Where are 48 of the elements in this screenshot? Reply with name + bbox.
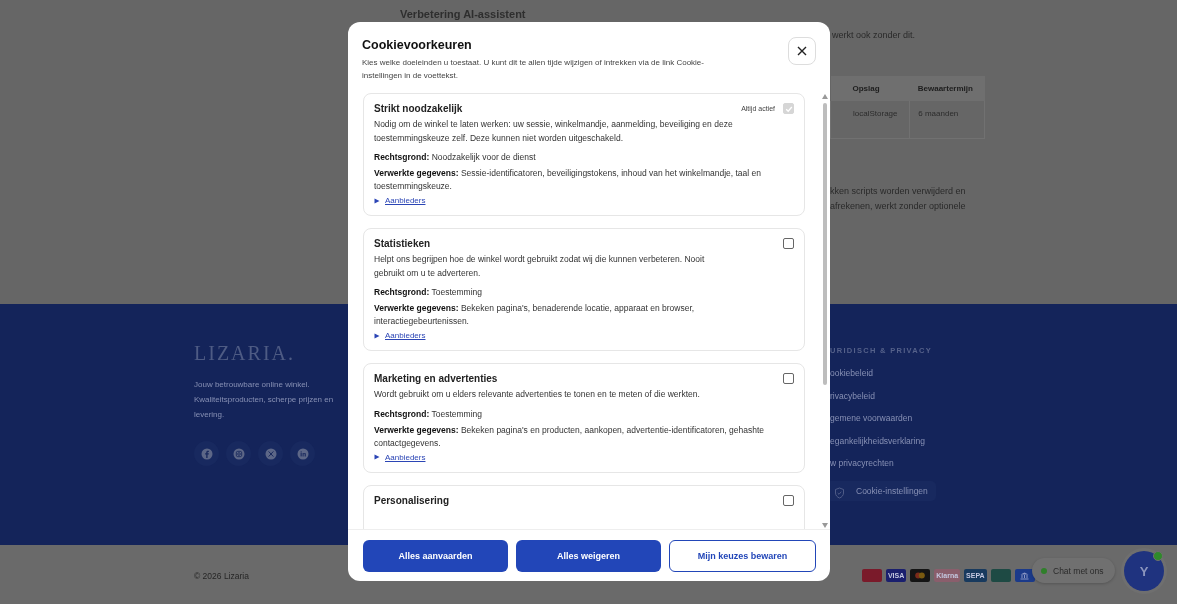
- category-description: Helpt ons begrijpen hoe de winkel wordt gebruikt zodat wij die kunnen verbeteren. Nooit gebruikt om u te adverteren.: [374, 253, 706, 280]
- facebook-icon: [200, 447, 213, 460]
- disclosure-triangle-icon[interactable]: [374, 332, 380, 339]
- legal-basis-text: Rechtsgrond: Noodzakelijk voor de dienst: [374, 151, 537, 164]
- category-description: Wordt gebruikt om u elders relevante advertenties te tonen en te meten of die werkten.: [374, 388, 701, 401]
- category-title: Marketing en advertenties: [374, 373, 498, 384]
- processed-data-text: Verwerkte gegevens: Bekeken pagina's en producten, aankopen, advertentie-identificatoren, gehashte contactgegevens.: [374, 423, 766, 450]
- chat-avatar[interactable]: Y: [1124, 551, 1164, 591]
- column-header: Opslag: [830, 76, 910, 101]
- footer-link[interactable]: ookiebeleid: [830, 368, 1030, 391]
- category-title: Personalisering: [374, 494, 450, 506]
- x-icon: [264, 447, 277, 460]
- close-icon: [797, 46, 807, 56]
- processed-data-text: Verwerkte gegevens: Bekeken pagina's, benaderende locatie, apparaat en browser, interactiegebeurtenissen.: [374, 302, 696, 328]
- providers-link[interactable]: Aanbieders: [385, 331, 426, 340]
- footer-tagline: Jouw betrouwbare online winkel. Kwaliteitsproducten, scherpe prijzen en levering.: [194, 379, 335, 421]
- category-title: Statistieken: [374, 238, 431, 249]
- category-checkbox[interactable]: [783, 494, 794, 506]
- legal-basis-text: Rechtsgrond: Toestemming: [374, 407, 484, 421]
- chat-button[interactable]: Chat met ons: [1032, 558, 1115, 583]
- footer-link[interactable]: w privacyrechten: [830, 458, 1030, 481]
- linkedin-icon: [296, 447, 309, 460]
- close-button[interactable]: [788, 37, 816, 65]
- category-checkbox[interactable]: [783, 373, 794, 384]
- section-heading: Verbetering AI-assistent: [400, 8, 527, 20]
- category-description: Nodig om de winkel te laten werken: uw sessie, winkelmandje, aanmelding, beveiliging en deze toestemmingskeuze zelf. Deze kunnen niet worden uitgeschakeld.: [374, 118, 734, 145]
- category-title: Strikt noodzakelijk: [374, 103, 463, 114]
- category-checkbox[interactable]: [783, 238, 794, 249]
- legal-basis-text: Rechtsgrond: Toestemming: [374, 286, 484, 299]
- dialog-button[interactable]: Alles weigeren: [516, 540, 661, 572]
- dialog-description: Kies welke doeleinden u toestaat. U kunt dit te allen tijde wijzigen of intrekken via de link Cookie-instellingen in de voettekst.: [362, 57, 705, 82]
- instagram-link[interactable]: [226, 441, 251, 466]
- disclosure-triangle-icon[interactable]: [374, 454, 380, 460]
- processed-data-text: Verwerkte gegevens: Sessie-identificatoren, beveiligingstokens, inhoud van het winkelmandje, taal en toestemmingskeuze.: [374, 167, 762, 193]
- footer-link[interactable]: gemene voorwaarden: [830, 413, 1030, 436]
- copyright-text: © 2026 Lizaria: [194, 569, 249, 581]
- instagram-icon: [232, 447, 245, 460]
- footer-link[interactable]: rivacybeleid: [830, 390, 1030, 414]
- linkedin-link[interactable]: [290, 441, 315, 466]
- dialog-button[interactable]: Alles aanvaarden: [363, 540, 508, 572]
- column-header: Bewaartermijn: [909, 76, 985, 101]
- x-link[interactable]: [258, 441, 283, 466]
- shield-check-icon: [834, 486, 845, 499]
- dialog-button[interactable]: Mijn keuzes bewaren: [669, 540, 816, 572]
- footer-link[interactable]: egankelijkheidsverklaring: [830, 435, 1030, 459]
- providers-link[interactable]: Aanbieders: [385, 452, 426, 462]
- dialog-title: Cookievoorkeuren: [362, 38, 472, 52]
- facebook-link[interactable]: [194, 441, 219, 466]
